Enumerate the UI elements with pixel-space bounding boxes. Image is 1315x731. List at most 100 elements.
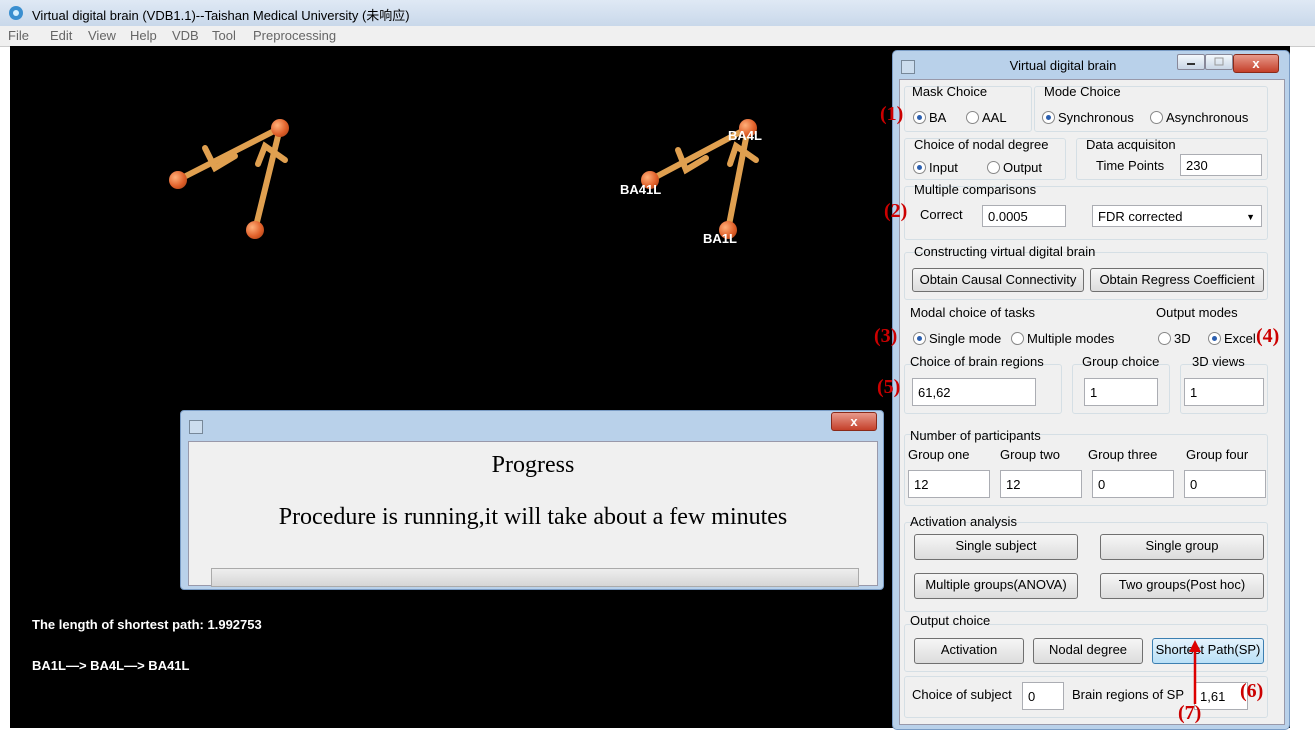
output-3d-radio[interactable] <box>1158 332 1171 345</box>
annotation-7: (7) <box>1178 702 1202 724</box>
group-three-label: Group three <box>1088 447 1158 462</box>
time-points-label: Time Points <box>1096 158 1165 173</box>
progress-bar <box>211 568 859 587</box>
node-label-ba4l: BA4L <box>728 128 762 143</box>
obtain-regress-coefficient-button[interactable]: Obtain Regress Coefficient <box>1090 268 1264 292</box>
output-excel-radio[interactable] <box>1208 332 1221 345</box>
menu-vdb[interactable]: VDB <box>172 28 199 43</box>
correct-label: Correct <box>920 207 963 222</box>
group-choice-input[interactable]: 1 <box>1084 378 1158 406</box>
correct-input[interactable]: 0.0005 <box>982 205 1066 227</box>
title-bar: Virtual digital brain (VDB1.1)--Taishan … <box>0 0 1315 26</box>
maximize-icon <box>1214 57 1224 66</box>
group-choice-label: Group choice <box>1082 354 1160 369</box>
annotation-4: (4) <box>1256 325 1280 347</box>
group-three-input[interactable]: 0 <box>1092 470 1174 498</box>
obtain-causal-connectivity-button[interactable]: Obtain Causal Connectivity <box>912 268 1084 292</box>
node-sphere <box>169 171 187 189</box>
mask-aal-radio[interactable] <box>966 111 979 124</box>
single-mode-radio[interactable] <box>913 332 926 345</box>
node-label-ba41l: BA41L <box>620 182 662 197</box>
group-four-label: Group four <box>1186 447 1249 462</box>
node-label-ba1l: BA1L <box>703 231 737 246</box>
vdb-panel: Virtual digital brain x Mask Choice BA A… <box>892 50 1290 730</box>
annotation-2: (2) <box>884 200 908 222</box>
mask-ba-radio[interactable] <box>913 111 926 124</box>
nodal-degree-button[interactable]: Nodal degree <box>1033 638 1143 664</box>
output-excel-label: Excel <box>1224 331 1256 346</box>
progress-dialog: x Progress Procedure is running,it will … <box>180 410 884 590</box>
sp-regions-label: Brain regions of SP <box>1072 687 1185 702</box>
time-points-input[interactable]: 230 <box>1180 154 1262 176</box>
app-icon <box>9 6 23 20</box>
tasks-label: Modal choice of tasks <box>910 305 1036 320</box>
nodal-input-label: Input <box>929 160 958 175</box>
annotation-6: (6) <box>1240 680 1264 702</box>
mask-aal-label: AAL <box>982 110 1007 125</box>
subject-input[interactable]: 0 <box>1022 682 1064 710</box>
window-title: Virtual digital brain (VDB1.1)--Taishan … <box>32 8 410 23</box>
node-sphere <box>246 221 264 239</box>
menu-view[interactable]: View <box>88 28 116 43</box>
shortest-path-route-text: BA1L—> BA4L—> BA41L <box>32 658 190 673</box>
nodal-output-radio[interactable] <box>987 161 1000 174</box>
single-mode-label: Single mode <box>929 331 1002 346</box>
group-two-label: Group two <box>1000 447 1060 462</box>
output-choice-label: Output choice <box>910 613 991 628</box>
menu-help[interactable]: Help <box>130 28 157 43</box>
menu-bar: File Edit View Help VDB Tool Preprocessi… <box>0 26 1315 47</box>
progress-message: Procedure is running,it will take about … <box>278 504 788 530</box>
nodal-degree-label: Choice of nodal degree <box>914 137 1049 152</box>
output-modes-label: Output modes <box>1156 305 1238 320</box>
construct-label: Constructing virtual digital brain <box>914 244 1096 259</box>
menu-edit[interactable]: Edit <box>50 28 72 43</box>
mode-synchronous-label: Synchronous <box>1058 110 1134 125</box>
mode-synchronous-radio[interactable] <box>1042 111 1055 124</box>
group-one-input[interactable]: 12 <box>908 470 990 498</box>
annotation-1: (1) <box>880 103 904 125</box>
mask-choice-label: Mask Choice <box>912 84 988 99</box>
correction-method-value: FDR corrected <box>1098 209 1183 224</box>
nodal-output-label: Output <box>1003 160 1043 175</box>
progress-close-button[interactable]: x <box>831 412 877 431</box>
annotation-3: (3) <box>874 325 898 347</box>
single-subject-button[interactable]: Single subject <box>914 534 1078 560</box>
shortest-path-length-text: The length of shortest path: 1.992753 <box>32 617 262 632</box>
group-two-input[interactable]: 12 <box>1000 470 1082 498</box>
activation-button[interactable]: Activation <box>914 638 1024 664</box>
shortest-path-button[interactable]: Shortest Path(SP) <box>1152 638 1264 664</box>
mask-ba-label: BA <box>929 110 947 125</box>
multiple-comparisons-label: Multiple comparisons <box>914 182 1037 197</box>
participants-label: Number of participants <box>910 428 1041 443</box>
correction-method-select[interactable]: FDR corrected ▼ <box>1092 205 1262 227</box>
output-3d-label: 3D <box>1174 331 1191 346</box>
multiple-groups-anova-button[interactable]: Multiple groups(ANOVA) <box>914 573 1078 599</box>
views-input[interactable]: 1 <box>1184 378 1264 406</box>
vdb-close-button[interactable]: x <box>1233 54 1279 73</box>
group-one-label: Group one <box>908 447 970 462</box>
mode-asynchronous-radio[interactable] <box>1150 111 1163 124</box>
menu-file[interactable]: File <box>8 28 29 43</box>
brain-regions-label: Choice of brain regions <box>910 354 1044 369</box>
vdb-body: Mask Choice BA AAL Mode Choice Synchrono… <box>899 79 1285 725</box>
multiple-modes-radio[interactable] <box>1011 332 1024 345</box>
single-group-button[interactable]: Single group <box>1100 534 1264 560</box>
brain-regions-input[interactable]: 61,62 <box>912 378 1036 406</box>
minimize-button[interactable] <box>1177 54 1205 70</box>
mode-asynchronous-label: Asynchronous <box>1166 110 1249 125</box>
progress-title: Progress <box>491 452 575 478</box>
menu-preprocessing[interactable]: Preprocessing <box>253 28 336 43</box>
multiple-modes-label: Multiple modes <box>1027 331 1115 346</box>
annotation-5: (5) <box>877 376 901 398</box>
annotation-arrow-icon <box>1189 640 1201 704</box>
nodal-input-radio[interactable] <box>913 161 926 174</box>
minimize-icon <box>1187 63 1195 65</box>
two-groups-posthoc-button[interactable]: Two groups(Post hoc) <box>1100 573 1264 599</box>
window-icon <box>189 420 203 434</box>
maximize-button[interactable] <box>1205 54 1233 70</box>
menu-tool[interactable]: Tool <box>212 28 236 43</box>
group-four-input[interactable]: 0 <box>1184 470 1266 498</box>
views-label: 3D views <box>1192 354 1245 369</box>
subject-label: Choice of subject <box>912 687 1012 702</box>
data-acquisition-label: Data acquisiton <box>1086 137 1176 152</box>
